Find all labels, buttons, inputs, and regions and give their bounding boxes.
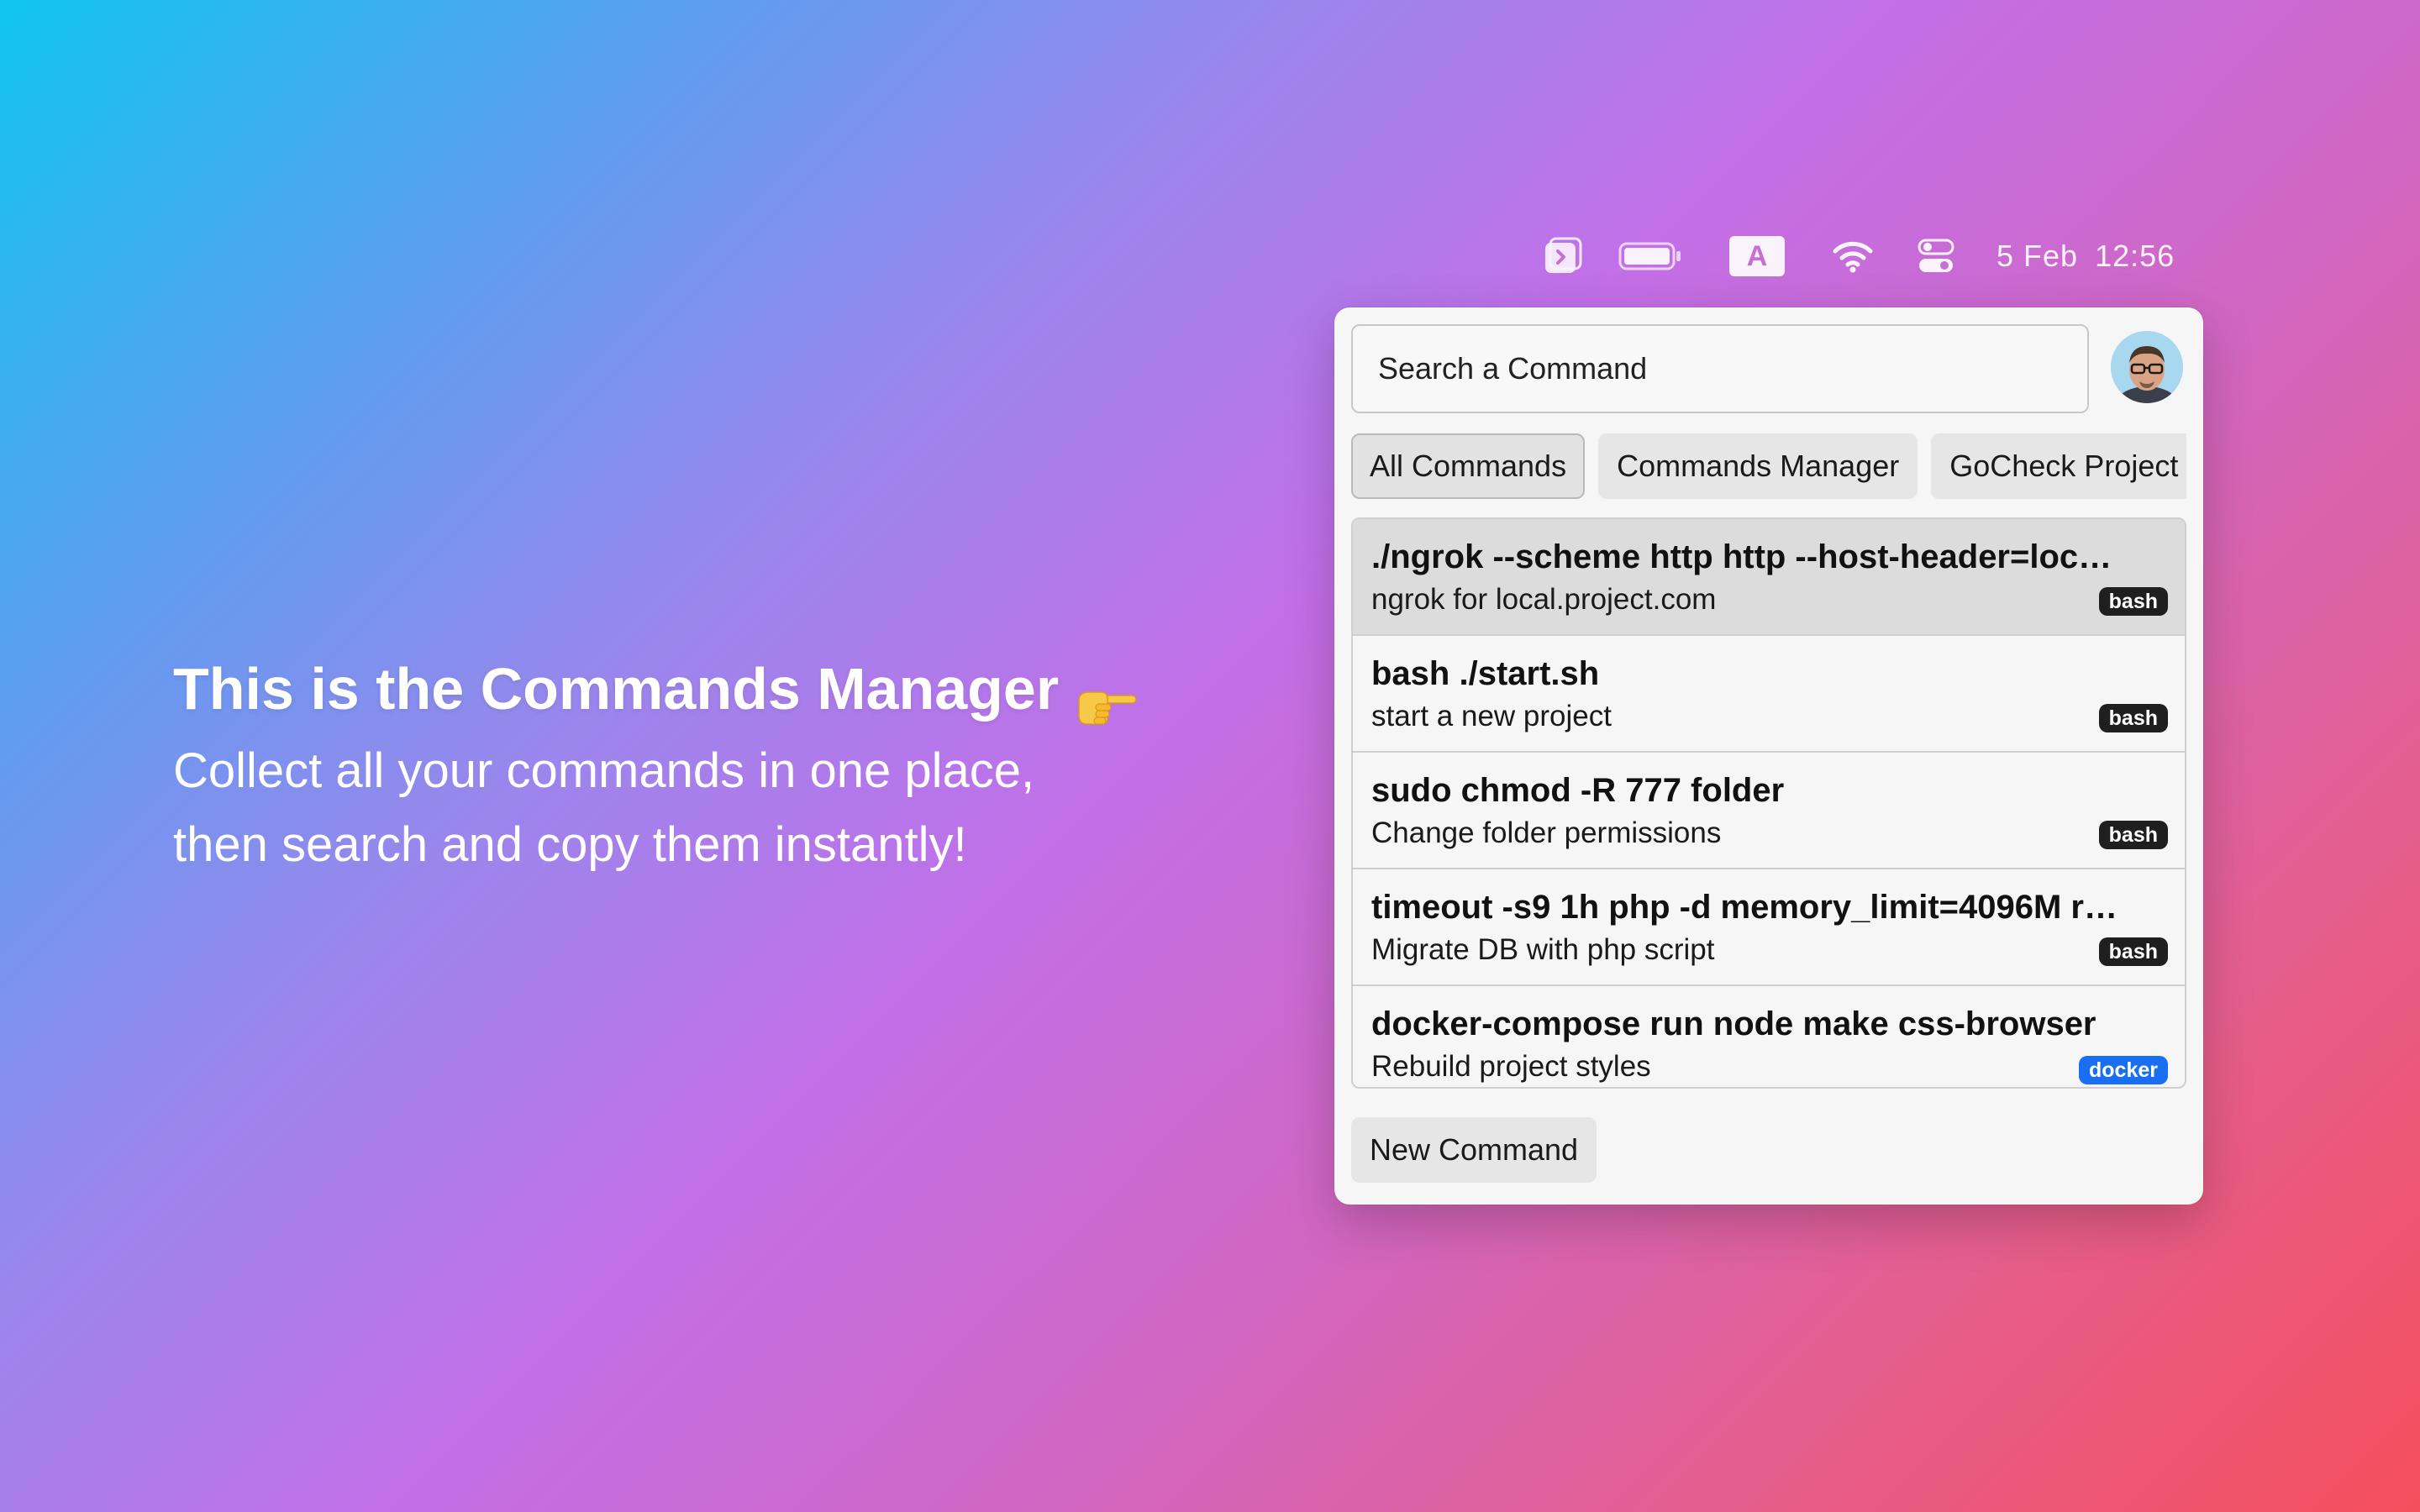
list-item[interactable]: ./ngrok --scheme http http --host-header… bbox=[1353, 519, 2185, 636]
list-item[interactable]: sudo chmod -R 777 folder Change folder p… bbox=[1353, 753, 2185, 869]
battery-icon[interactable] bbox=[1618, 241, 1682, 271]
tag-badge: docker bbox=[2079, 1056, 2168, 1084]
hero-subtitle: Collect all your commands in one place, … bbox=[173, 734, 1138, 882]
command-description: start a new project bbox=[1371, 700, 1612, 732]
hero-subtitle-line-2: then search and copy them instantly! bbox=[173, 817, 967, 872]
new-command-button[interactable]: New Command bbox=[1351, 1117, 1597, 1183]
control-center-icon[interactable] bbox=[1918, 238, 1954, 275]
tag-badge: bash bbox=[2098, 821, 2168, 849]
command-description: ngrok for local.project.com bbox=[1371, 583, 1717, 616]
menu-bar-time: 12:56 bbox=[2095, 239, 2175, 273]
app-terminal-icon[interactable] bbox=[1543, 236, 1583, 276]
pointing-hand-icon bbox=[1074, 665, 1138, 725]
command-description: Change folder permissions bbox=[1371, 816, 1722, 849]
list-item[interactable]: bash ./start.sh start a new project bash bbox=[1353, 636, 2185, 753]
hero-title: This is the Commands Manager bbox=[173, 656, 1060, 722]
hero-text: This is the Commands Manager Collect all… bbox=[173, 647, 1138, 882]
search-input[interactable] bbox=[1351, 324, 2089, 413]
search-row bbox=[1351, 324, 2186, 413]
menu-bar-clock[interactable]: 5 Feb 12:56 bbox=[1996, 239, 2175, 274]
category-tabs: All Commands Commands Manager GoCheck Pr… bbox=[1351, 433, 2186, 499]
commands-list: ./ngrok --scheme http http --host-header… bbox=[1351, 517, 2186, 1089]
input-source-label: A bbox=[1746, 239, 1768, 272]
list-item[interactable]: timeout -s9 1h php -d memory_limit=4096M… bbox=[1353, 869, 2185, 986]
command-description: Rebuild project styles bbox=[1371, 1050, 1651, 1083]
tab-commands-manager[interactable]: Commands Manager bbox=[1598, 433, 1918, 499]
wifi-icon[interactable] bbox=[1832, 239, 1874, 273]
tab-all-commands[interactable]: All Commands bbox=[1351, 433, 1586, 499]
command-text: ./ngrok --scheme http http --host-header… bbox=[1371, 538, 2112, 575]
tag-badge: bash bbox=[2098, 587, 2168, 616]
command-text: bash ./start.sh bbox=[1371, 655, 1600, 692]
tag-badge: bash bbox=[2098, 937, 2168, 966]
commands-popover: All Commands Commands Manager GoCheck Pr… bbox=[1334, 307, 2203, 1205]
input-source-icon[interactable]: A bbox=[1729, 236, 1785, 276]
hero-subtitle-line-1: Collect all your commands in one place, bbox=[173, 743, 1035, 798]
list-item[interactable]: docker-compose run node make css-browser… bbox=[1353, 986, 2185, 1087]
command-description: Migrate DB with php script bbox=[1371, 933, 1715, 966]
menu-bar-date: 5 Feb bbox=[1996, 239, 2079, 273]
avatar[interactable] bbox=[2111, 331, 2183, 403]
tag-badge: bash bbox=[2098, 704, 2168, 732]
hero-title-row: This is the Commands Manager bbox=[173, 647, 1138, 731]
command-text: timeout -s9 1h php -d memory_limit=4096M… bbox=[1371, 889, 2118, 926]
tab-gocheck-project[interactable]: GoCheck Project bbox=[1931, 433, 2186, 499]
command-text: docker-compose run node make css-browser bbox=[1371, 1005, 2096, 1042]
command-text: sudo chmod -R 777 folder bbox=[1371, 772, 1785, 809]
menu-bar: A 5 Feb 12:56 bbox=[1543, 232, 2175, 281]
